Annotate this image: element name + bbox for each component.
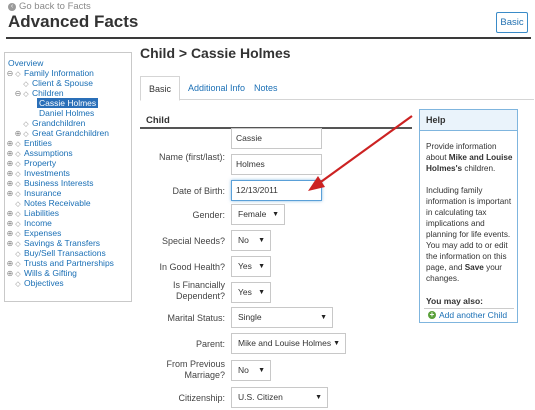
sidebar-item-savings-transfers[interactable]: ⊕ ◇ Savings & Transfers xyxy=(6,238,102,248)
sidebar-item-wills-gifting[interactable]: ⊕ ◇ Wills & Gifting xyxy=(6,268,79,278)
sidebar-item-overview[interactable]: Overview xyxy=(6,58,45,68)
sidebar-item-family-information[interactable]: ⊖ ◇ Family Information xyxy=(6,68,96,78)
citizenship-select[interactable]: U.S. Citizen ▼ xyxy=(231,387,328,408)
gender-select[interactable]: Female ▼ xyxy=(231,204,285,225)
help-divider xyxy=(424,308,514,309)
sidebar-item-property[interactable]: ⊕ ◇ Property xyxy=(6,158,58,168)
chevron-down-icon: ▼ xyxy=(272,211,279,218)
help-title: Help xyxy=(420,110,517,131)
sidebar-item-daniel-holmes[interactable]: Daniel Holmes xyxy=(37,108,96,118)
special-needs-label: Special Needs? xyxy=(161,236,225,246)
sidebar-item-assumptions[interactable]: ⊕ ◇ Assumptions xyxy=(6,148,75,158)
expand-icon[interactable]: ⊕ xyxy=(6,269,14,279)
add-another-child-label: Add another Child xyxy=(439,310,508,320)
chevron-down-icon: ▼ xyxy=(258,237,265,244)
good-health-label: In Good Health? xyxy=(159,262,225,272)
previous-marriage-label: From Previous Marriage? xyxy=(166,359,225,380)
diamond-icon: ◇ xyxy=(15,71,21,78)
help-edit-text: You may add to or edit the information o… xyxy=(426,241,508,283)
help-importance-text: Including family information is importan… xyxy=(426,186,512,239)
sidebar-item-income[interactable]: ⊕ ◇ Income xyxy=(6,218,54,228)
gender-select-value: Female xyxy=(238,209,267,219)
sidebar-item-great-grandchildren[interactable]: ⊕ ◇ Great Grandchildren xyxy=(14,128,111,138)
back-arrow-icon: ‹ xyxy=(8,2,16,11)
date-of-birth-input[interactable]: 12/13/2011 xyxy=(231,180,322,201)
tab-notes[interactable]: Notes xyxy=(246,76,286,100)
dob-label: Date of Birth: xyxy=(172,186,225,196)
gender-label: Gender: xyxy=(192,210,225,220)
expand-icon[interactable]: ⊕ xyxy=(6,239,14,249)
chevron-down-icon: ▼ xyxy=(258,289,265,296)
financially-dependent-select[interactable]: Yes ▼ xyxy=(231,282,271,303)
back-to-facts-link[interactable]: ‹ Go back to Facts xyxy=(8,1,91,12)
citizenship-label: Citizenship: xyxy=(178,393,225,403)
page-title: Advanced Facts xyxy=(8,12,139,31)
sidebar-item-insurance[interactable]: ⊕ ◇ Insurance xyxy=(6,188,63,198)
sidebar-nav: Overview ⊖ ◇ Family Information ◇ Client & … xyxy=(4,52,132,302)
sidebar-item-notes-receivable[interactable]: ◇ Notes Receivable xyxy=(14,198,93,208)
help-intro-text: Provide information about Mike and Louis… xyxy=(426,142,513,173)
chevron-down-icon: ▼ xyxy=(333,340,340,347)
help-panel: Help Provide information about Mike and … xyxy=(419,109,518,323)
expand-icon[interactable]: ⊕ xyxy=(6,189,14,199)
header-divider xyxy=(6,37,531,39)
marital-status-label: Marital Status: xyxy=(167,313,225,323)
basic-view-button[interactable]: Basic xyxy=(496,12,528,33)
chevron-down-icon: ▼ xyxy=(315,394,322,401)
first-name-input[interactable]: Cassie xyxy=(231,128,322,149)
tab-basic[interactable]: Basic xyxy=(140,76,181,101)
add-icon: + xyxy=(428,310,436,319)
diamond-icon: ◇ xyxy=(15,281,21,288)
previous-marriage-select-value: No xyxy=(238,365,249,375)
sidebar-item-investments[interactable]: ⊕ ◇ Investments xyxy=(6,168,72,178)
parent-select-value: Mike and Louise Holmes xyxy=(238,338,332,348)
sidebar-item-buy-sell-transactions[interactable]: ◇ Buy/Sell Transactions xyxy=(14,248,108,258)
last-name-input[interactable]: Holmes xyxy=(231,154,322,175)
sidebar-item-expenses[interactable]: ⊕ ◇ Expenses xyxy=(6,228,63,238)
sidebar-item-grandchildren[interactable]: ◇ Grandchildren xyxy=(22,118,87,128)
tab-additional-info[interactable]: Additional Info xyxy=(180,76,253,100)
sidebar-item-cassie-holmes[interactable]: Cassie Holmes xyxy=(37,98,99,108)
sidebar-item-trusts-partnerships[interactable]: ⊕ ◇ Trusts and Partnerships xyxy=(6,258,116,268)
sidebar-item-objectives[interactable]: ◇ Objectives xyxy=(14,278,66,288)
chevron-down-icon: ▼ xyxy=(258,367,265,374)
financially-dependent-select-value: Yes xyxy=(238,287,252,297)
tab-bar: Basic Additional Info Notes xyxy=(140,76,534,101)
sidebar-item-entities[interactable]: ⊕ ◇ Entities xyxy=(6,138,54,148)
financially-dependent-label: Is Financially Dependent? xyxy=(172,280,225,301)
collapse-icon[interactable]: ⊖ xyxy=(6,69,14,79)
marital-status-select-value: Single xyxy=(238,312,262,322)
special-needs-select[interactable]: No ▼ xyxy=(231,230,271,251)
marital-status-select[interactable]: Single ▼ xyxy=(231,307,333,328)
sidebar-item-liabilities[interactable]: ⊕ ◇ Liabilities xyxy=(6,208,61,218)
parent-label: Parent: xyxy=(195,339,225,349)
sidebar-item-business-interests[interactable]: ⊕ ◇ Business Interests xyxy=(6,178,95,188)
special-needs-select-value: No xyxy=(238,235,249,245)
good-health-select-value: Yes xyxy=(238,261,252,271)
previous-marriage-select[interactable]: No ▼ xyxy=(231,360,271,381)
sidebar-item-client-spouse[interactable]: ◇ Client & Spouse xyxy=(22,78,95,88)
good-health-select[interactable]: Yes ▼ xyxy=(231,256,271,277)
record-heading: Child > Cassie Holmes xyxy=(140,45,291,61)
you-may-also-heading: You may also: xyxy=(426,296,483,306)
sidebar-item-children[interactable]: ⊖ ◇ Children xyxy=(14,88,66,98)
citizenship-select-value: U.S. Citizen xyxy=(238,392,283,402)
back-link-label: Go back to Facts xyxy=(19,1,91,12)
name-label: Name (first/last): xyxy=(158,152,225,162)
parent-select[interactable]: Mike and Louise Holmes ▼ xyxy=(231,333,346,354)
chevron-down-icon: ▼ xyxy=(320,314,327,321)
add-another-child-link[interactable]: + Add another Child xyxy=(428,310,507,320)
chevron-down-icon: ▼ xyxy=(258,263,265,270)
diamond-icon: ◇ xyxy=(23,91,29,98)
collapse-icon[interactable]: ⊖ xyxy=(14,89,22,99)
section-title: Child xyxy=(146,115,170,126)
